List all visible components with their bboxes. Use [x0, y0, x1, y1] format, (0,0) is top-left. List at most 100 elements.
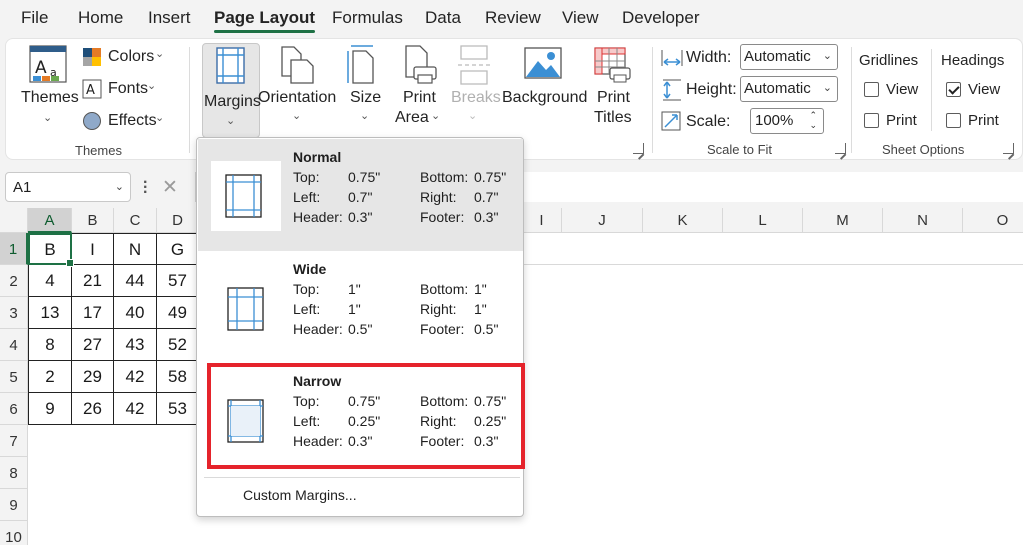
table-cell[interactable]: 52: [157, 329, 199, 361]
spin-down-icon[interactable]: ⌄: [809, 120, 817, 131]
table-cell[interactable]: 49: [157, 297, 199, 329]
row-header-4[interactable]: 4: [0, 329, 28, 361]
table-cell[interactable]: 21: [72, 265, 114, 297]
column-header-l[interactable]: L: [723, 208, 803, 233]
right-label: Right:: [420, 189, 457, 205]
table-cell[interactable]: I: [72, 233, 114, 265]
table-cell[interactable]: 17: [72, 297, 114, 329]
column-header-o[interactable]: O: [963, 208, 1023, 233]
fonts-label: Fonts: [108, 80, 149, 97]
page-setup-launcher-icon[interactable]: [633, 143, 644, 154]
more-options-icon[interactable]: · · ·: [143, 175, 148, 201]
table-cell[interactable]: N: [114, 233, 157, 265]
right-label: Right:: [420, 301, 457, 317]
chevron-down-icon: ⌄: [155, 112, 165, 124]
table-cell[interactable]: 44: [114, 265, 157, 297]
wide-margins-icon: [211, 273, 281, 343]
row-header-1[interactable]: 1: [0, 233, 28, 265]
margins-button[interactable]: Margins ⌄: [202, 43, 261, 138]
table-cell[interactable]: 58: [157, 361, 199, 393]
sheet-options-launcher-icon[interactable]: [1003, 143, 1014, 154]
chevron-down-icon: ⌄: [431, 110, 441, 122]
name-box-value: A1: [13, 179, 32, 196]
column-header-d[interactable]: D: [157, 208, 199, 233]
margin-option-normal[interactable]: Normal Top: 0.75" Bottom: 0.75" Left: 0.…: [198, 139, 523, 251]
gridlines-view-checkbox[interactable]: [864, 82, 879, 97]
tab-file[interactable]: File: [21, 8, 48, 28]
select-all-corner[interactable]: [0, 208, 28, 233]
headings-label: Headings: [941, 52, 1005, 69]
margin-option-name: Normal: [293, 149, 342, 165]
tab-review[interactable]: Review: [485, 8, 541, 28]
table-cell[interactable]: 53: [157, 393, 199, 425]
row-header-2[interactable]: 2: [0, 265, 28, 297]
scale-value: 100%: [755, 112, 794, 129]
cancel-icon[interactable]: ✕: [162, 176, 178, 199]
table-cell[interactable]: 42: [114, 393, 157, 425]
row-header-9[interactable]: 9: [0, 489, 28, 521]
table-cell[interactable]: 57: [157, 265, 199, 297]
row-header-5[interactable]: 5: [0, 361, 28, 393]
breaks-label: Breaks: [451, 89, 501, 106]
scale-label: Scale:: [686, 113, 731, 130]
row-header-6[interactable]: 6: [0, 393, 28, 425]
column-header-n[interactable]: N: [883, 208, 963, 233]
top-label: Top:: [293, 169, 320, 185]
height-select[interactable]: Automatic ⌄: [740, 76, 838, 102]
height-icon: [663, 79, 681, 101]
svg-text:A: A: [35, 58, 47, 78]
gridlines-print-checkbox[interactable]: [864, 113, 879, 128]
print-area-icon: [405, 45, 437, 84]
tab-page-layout[interactable]: Page Layout: [214, 8, 316, 33]
tab-formulas[interactable]: Formulas: [332, 8, 403, 28]
tab-view[interactable]: View: [562, 8, 599, 28]
table-cell[interactable]: 27: [72, 329, 114, 361]
width-value: Automatic: [744, 48, 811, 65]
header-label: Header:: [293, 321, 343, 337]
table-cell[interactable]: 42: [114, 361, 157, 393]
column-header-a[interactable]: A: [28, 208, 72, 233]
headings-view-checkbox[interactable]: [946, 82, 961, 97]
left-value: 0.7": [348, 189, 373, 205]
margins-icon: [216, 47, 245, 84]
width-select[interactable]: Automatic ⌄: [740, 44, 838, 70]
table-cell[interactable]: G: [157, 233, 199, 265]
scale-spinner[interactable]: 100% ⌃ ⌄: [750, 108, 824, 134]
table-cell[interactable]: 29: [72, 361, 114, 393]
table-cell[interactable]: 4: [28, 265, 72, 297]
print-area-label-2: Area: [395, 109, 429, 126]
column-header-m[interactable]: M: [803, 208, 883, 233]
table-cell[interactable]: 43: [114, 329, 157, 361]
scale-launcher-icon[interactable]: [835, 143, 846, 154]
column-header-c[interactable]: C: [114, 208, 157, 233]
tab-developer[interactable]: Developer: [622, 8, 700, 28]
custom-margins-item[interactable]: Custom Margins...: [243, 487, 357, 503]
name-box[interactable]: A1 ⌄: [5, 172, 131, 202]
top-label: Top:: [293, 281, 320, 297]
table-cell[interactable]: 26: [72, 393, 114, 425]
margin-option-name: Wide: [293, 261, 327, 277]
row-header-7[interactable]: 7: [0, 425, 28, 457]
row-header-3[interactable]: 3: [0, 297, 28, 329]
table-cell[interactable]: 2: [28, 361, 72, 393]
table-cell[interactable]: 8: [28, 329, 72, 361]
column-header-k[interactable]: K: [643, 208, 723, 233]
table-cell[interactable]: 13: [28, 297, 72, 329]
table-cell[interactable]: 9: [28, 393, 72, 425]
tab-home[interactable]: Home: [78, 8, 123, 28]
column-header-b[interactable]: B: [72, 208, 114, 233]
column-header-j[interactable]: J: [562, 208, 643, 233]
table-cell[interactable]: 40: [114, 297, 157, 329]
headings-print-checkbox[interactable]: [946, 113, 961, 128]
tab-insert[interactable]: Insert: [148, 8, 191, 28]
breaks-icon: [458, 45, 490, 85]
tab-data[interactable]: Data: [425, 8, 461, 28]
row-header-10[interactable]: 10: [0, 521, 28, 545]
margin-option-wide[interactable]: Wide Top: 1" Bottom: 1" Left: 1" Right: …: [198, 251, 523, 363]
size-icon: [347, 45, 374, 84]
orientation-icon: [281, 46, 314, 84]
row-header-8[interactable]: 8: [0, 457, 28, 489]
chevron-down-icon: ⌄: [147, 80, 157, 92]
themes-icon: A a: [29, 45, 67, 83]
column-header-i[interactable]: I: [522, 208, 562, 233]
